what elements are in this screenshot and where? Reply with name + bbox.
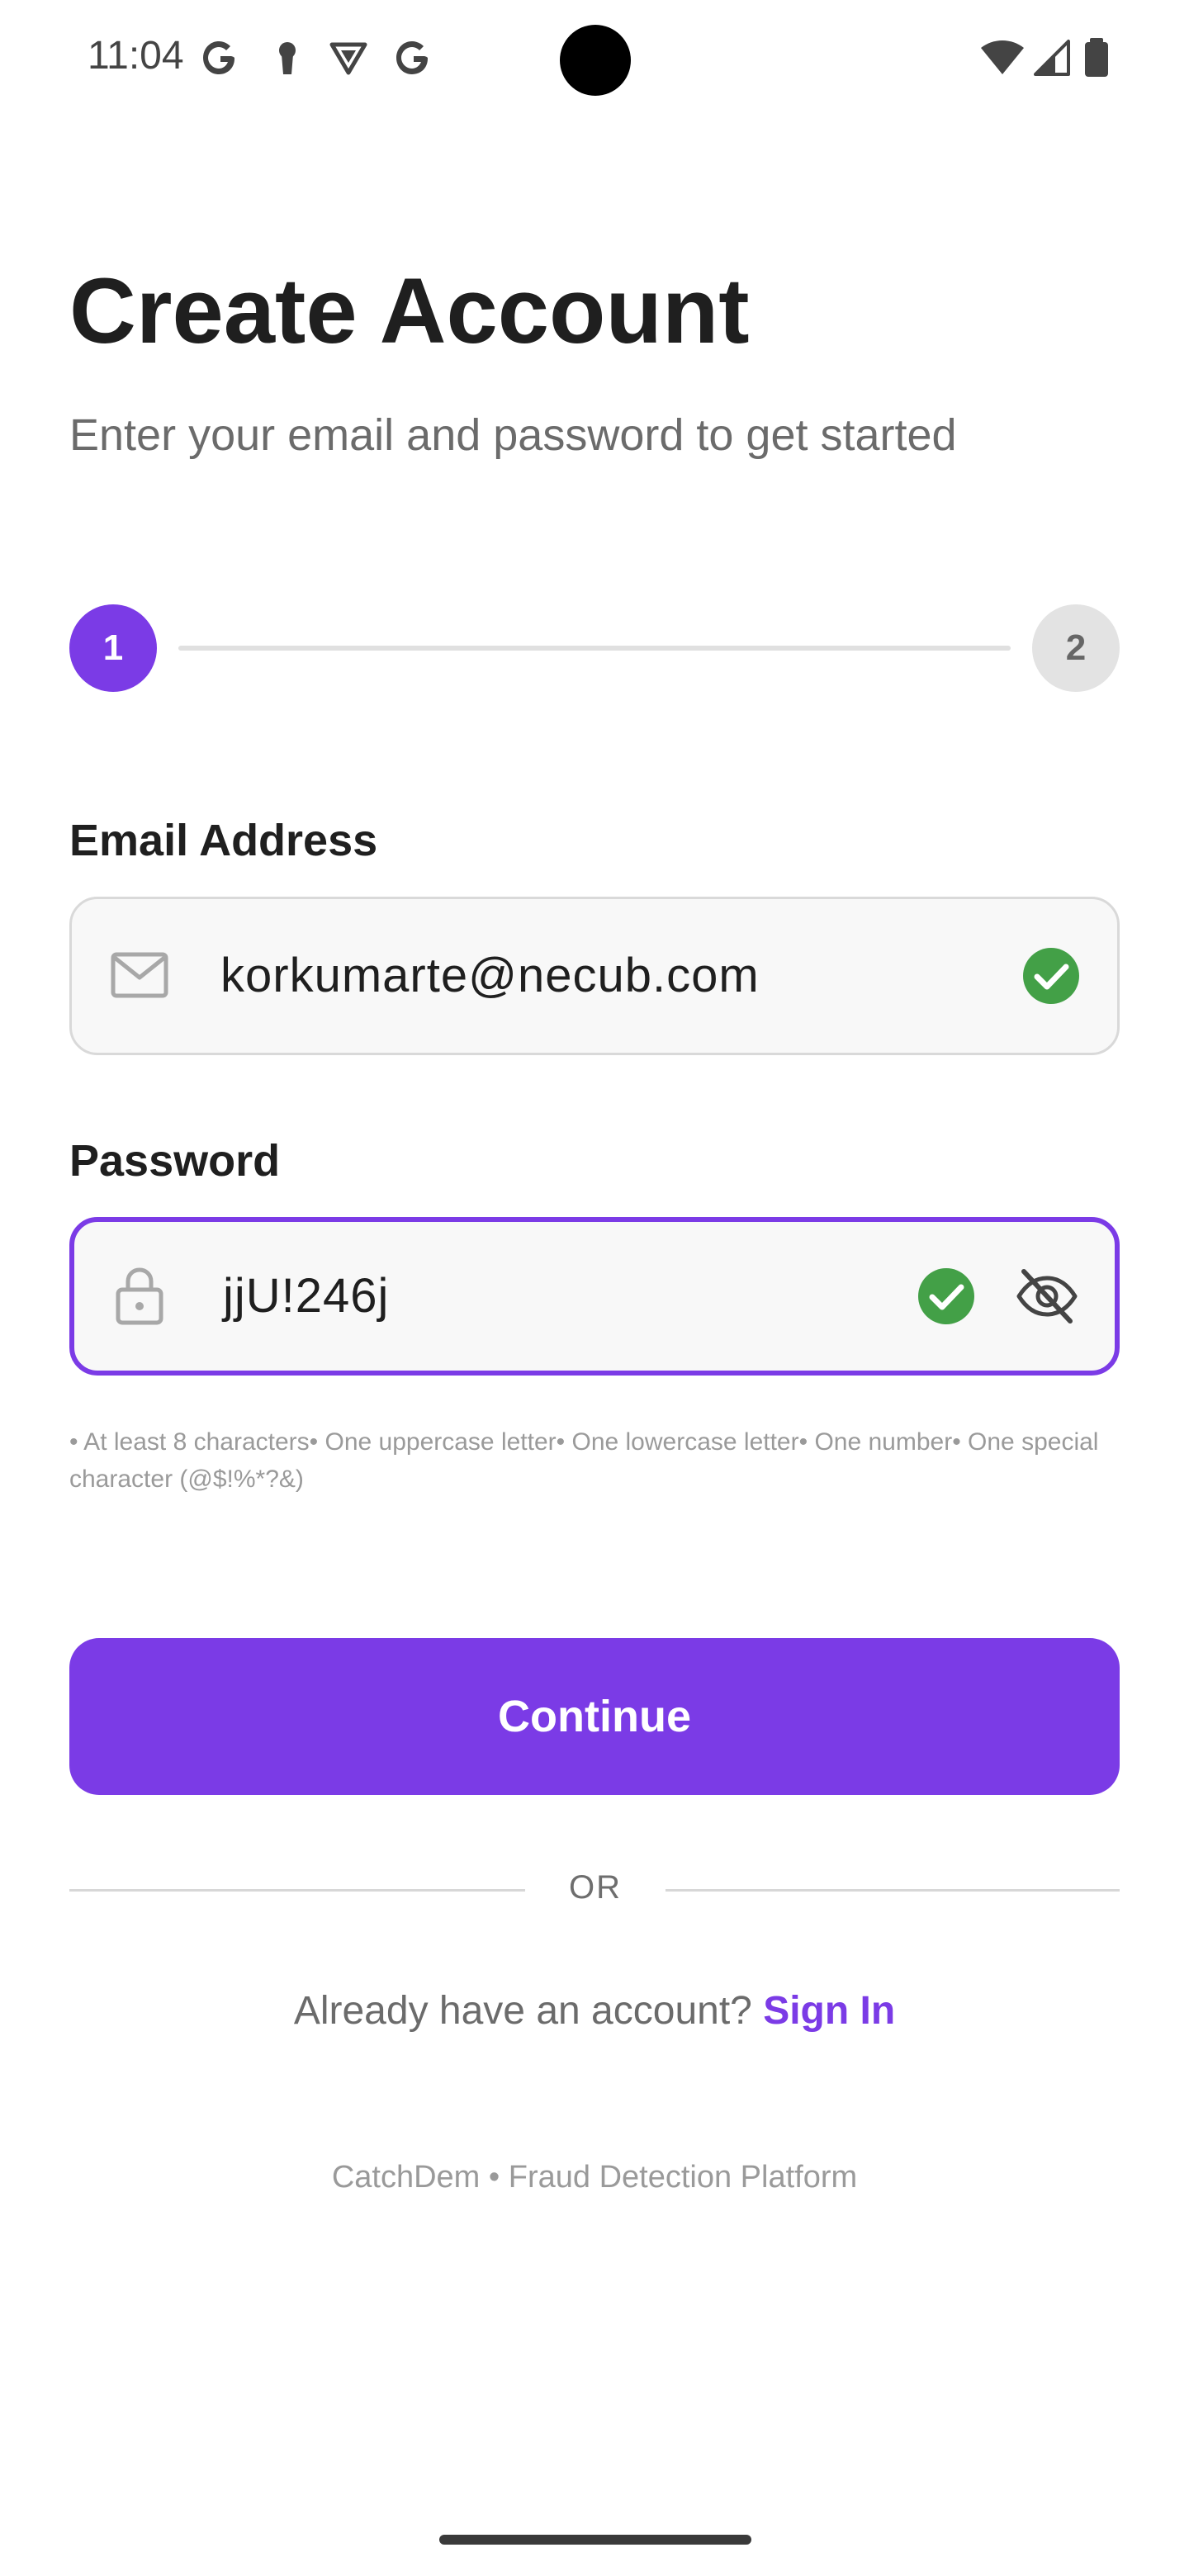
email-valid-check-icon [1023,948,1079,1004]
password-requirements-hint: • At least 8 characters• One uppercase l… [69,1428,1099,1493]
lock-icon [116,1267,163,1325]
vpn-shield-icon [329,42,367,75]
mail-icon [111,952,168,998]
page-title: Create Account [69,259,750,362]
home-indicator[interactable] [439,2535,751,2545]
status-bar: 11:04 [0,0,1189,116]
keyhole-icon [279,42,296,74]
battery-icon [1085,38,1108,77]
password-value[interactable]: jjU!246j [223,1267,389,1325]
camera-cutout [560,25,631,96]
signin-prompt: Already have an account? [293,1989,764,2033]
email-value[interactable]: korkumarte@necub.com [220,947,760,1005]
step-progress-line [178,646,1011,651]
footer-text: CatchDem • Fraud Detection Platform [331,2160,858,2195]
divider-line-left [69,1889,525,1892]
cellular-signal-icon [1034,40,1070,76]
divider-or-text: OR [569,1869,622,1906]
eye-off-icon[interactable] [1016,1265,1078,1328]
google-icon [396,41,428,74]
wifi-icon [981,40,1024,74]
email-field[interactable]: korkumarte@necub.com [69,897,1120,1055]
step-indicator-2: 2 [1032,604,1120,692]
signin-row: Already have an account? Sign In [0,1985,1189,2038]
email-label: Email Address [69,816,378,865]
divider-line-right [666,1889,1120,1892]
password-field[interactable]: jjU!246j [69,1217,1120,1376]
sign-in-link[interactable]: Sign In [763,1989,895,2033]
step-indicator-1: 1 [69,604,157,692]
page-subtitle: Enter your email and password to get sta… [69,410,957,460]
password-valid-check-icon [918,1268,974,1324]
password-label: Password [69,1136,281,1186]
continue-button[interactable]: Continue [69,1638,1120,1795]
google-icon [203,41,234,74]
status-time: 11:04 [88,34,184,78]
